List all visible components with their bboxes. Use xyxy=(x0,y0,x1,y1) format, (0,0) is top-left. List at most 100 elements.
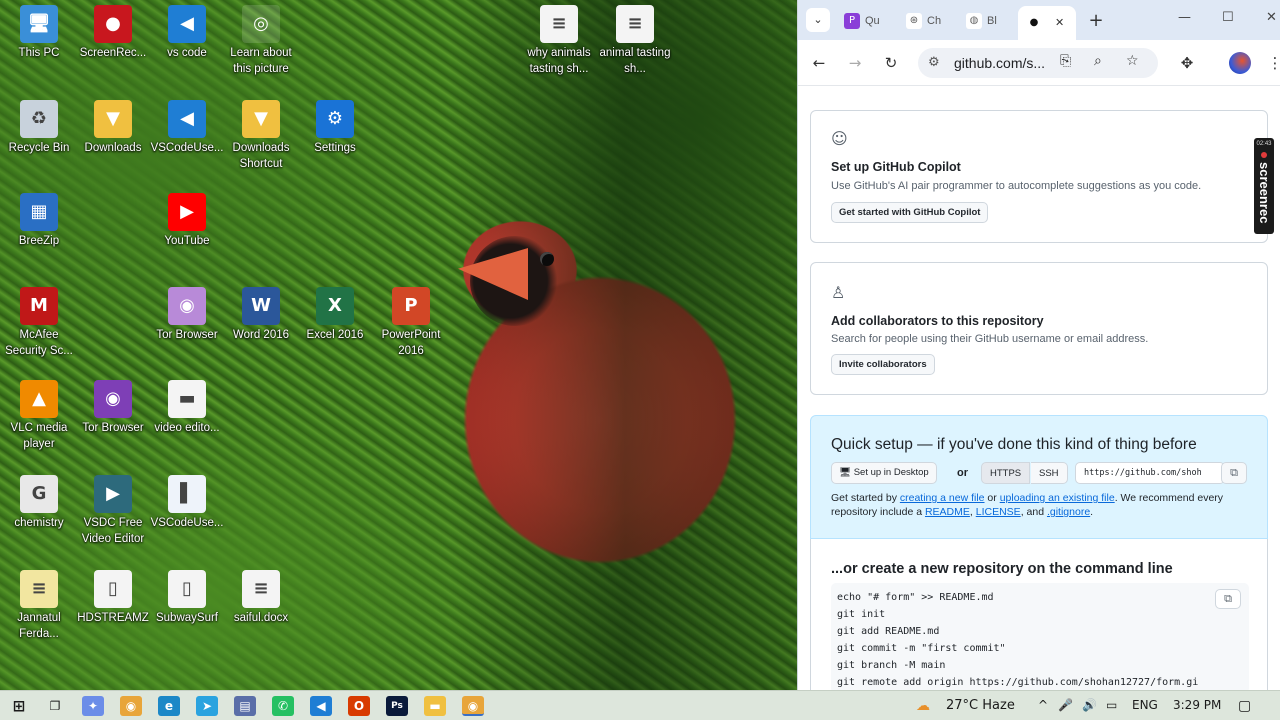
forward-icon[interactable]: → xyxy=(844,52,866,74)
notifications-icon[interactable]: ▢ xyxy=(1238,698,1251,714)
telegram-taskbar-icon[interactable]: ➤ xyxy=(196,696,218,716)
chrome-active-taskbar-icon[interactable]: ◉ xyxy=(462,696,484,716)
create-new-file-link[interactable]: creating a new file xyxy=(900,492,985,504)
task-view-icon[interactable]: ❐ xyxy=(44,696,66,716)
text-segment: , and xyxy=(1020,506,1047,518)
copy-code-icon[interactable]: ⧉ xyxy=(1215,589,1241,609)
desktop-app-icon: ● xyxy=(94,5,132,43)
upload-file-link[interactable]: uploading an existing file xyxy=(1000,492,1115,504)
https-button[interactable]: HTTPS xyxy=(981,462,1031,484)
desktop-icon[interactable]: ♻ Recycle Bin xyxy=(0,100,78,156)
desktop-icon[interactable]: ≡ why animals tasting sh... xyxy=(520,5,598,77)
battery-icon[interactable]: ▭ xyxy=(1106,698,1117,712)
tab-github[interactable]: ● ✕ xyxy=(1018,6,1076,40)
whatsapp-taskbar-icon[interactable]: ✆ xyxy=(272,696,294,716)
edge-taskbar-icon[interactable]: e xyxy=(158,696,180,716)
photoshop-taskbar-icon[interactable]: Ps xyxy=(386,696,408,716)
desktop-icon[interactable]: ≡ animal tasting sh... xyxy=(596,5,674,77)
desktop-icon[interactable]: ▯ SubwaySurf xyxy=(148,570,226,626)
tray-overflow-icon[interactable]: ^ xyxy=(1038,698,1048,712)
screenrec-badge[interactable]: 02:43 screenrec xyxy=(1254,138,1274,234)
install-app-icon[interactable]: ⎘ xyxy=(1060,53,1071,69)
desktop-icon[interactable]: ◉ Tor Browser xyxy=(74,380,152,436)
clock[interactable]: 3:29 PM xyxy=(1173,698,1221,712)
collaborators-card: ♙ Add collaborators to this repository S… xyxy=(810,262,1268,395)
weather-text[interactable]: 27°C Haze xyxy=(946,698,1015,713)
desktop-icon[interactable]: X Excel 2016 xyxy=(296,287,374,343)
start-windows-icon[interactable]: ⊞ xyxy=(8,696,30,716)
desktop-icon[interactable]: ◀ VSCodeUse... xyxy=(148,100,226,156)
tab-quillbot[interactable]: P Qu xyxy=(836,8,880,34)
tab-search-icon[interactable]: ⌄ xyxy=(806,8,830,32)
desktop-icon[interactable]: ▬ video edito... xyxy=(148,380,226,436)
copilot-app-icon[interactable]: ✦ xyxy=(82,696,104,716)
desktop-icon[interactable]: ◀ vs code xyxy=(148,5,226,61)
copilot-icon: ☺ xyxy=(831,129,848,148)
ssh-button[interactable]: SSH xyxy=(1031,462,1068,484)
desktop-icon[interactable]: ◉ Tor Browser xyxy=(148,287,226,343)
desktop-icon[interactable]: 🖥 This PC xyxy=(0,5,78,61)
tab-chatgpt[interactable]: ⊛ Ch xyxy=(898,8,941,34)
address-bar[interactable]: ⚙ github.com/s... ⎘ ⌕ ☆ xyxy=(918,48,1158,78)
weather-icon[interactable]: ☁ xyxy=(916,698,930,714)
desktop-icon[interactable]: ◎ Learn about this picture xyxy=(222,5,300,77)
profile-avatar[interactable] xyxy=(1229,52,1251,74)
desktop-icon[interactable]: ▶ YouTube xyxy=(148,193,226,249)
microphone-icon[interactable]: 🎤 xyxy=(1058,698,1073,712)
site-info-icon[interactable]: ⚙ xyxy=(928,55,940,70)
readme-link[interactable]: README xyxy=(925,506,970,518)
minimize-icon[interactable]: — xyxy=(1178,10,1191,25)
desktop-app-icon: ≡ xyxy=(616,5,654,43)
desktop-icon[interactable]: ● ScreenRec... xyxy=(74,5,152,61)
setup-desktop-label: Set up in Desktop xyxy=(853,467,929,478)
desktop-icon[interactable]: P PowerPoint 2016 xyxy=(372,287,450,359)
desktop-icon[interactable]: Gchemistry xyxy=(0,475,78,531)
new-tab-button[interactable]: + xyxy=(1084,9,1108,33)
desktop-icon[interactable]: W Word 2016 xyxy=(222,287,300,343)
address-url[interactable]: github.com/s... xyxy=(954,55,1045,71)
office-taskbar-icon[interactable]: O xyxy=(348,696,370,716)
desktop-icon[interactable]: ▼ Downloads xyxy=(74,100,152,156)
code-line: git add README.md xyxy=(837,626,940,637)
license-link[interactable]: LICENSE xyxy=(976,506,1021,518)
file-explorer-taskbar-icon[interactable]: ▬ xyxy=(424,696,446,716)
back-icon[interactable]: ← xyxy=(808,52,830,74)
recording-time: 02:43 xyxy=(1256,141,1272,147)
desktop-icon[interactable]: ▦ BreeZip xyxy=(0,193,78,249)
chrome-taskbar-icon[interactable]: ◉ xyxy=(120,696,142,716)
setup-desktop-button[interactable]: 🖥 Set up in Desktop xyxy=(831,462,937,484)
volume-icon[interactable]: 🔊 xyxy=(1082,698,1097,712)
desktop-icon[interactable]: M McAfee Security Sc... xyxy=(0,287,78,359)
get-started-copilot-button[interactable]: Get started with GitHub Copilot xyxy=(831,202,989,223)
zoom-icon[interactable]: ⌕ xyxy=(1094,53,1102,69)
desktop-icon[interactable]: ▶ VSDC Free Video Editor xyxy=(74,475,152,547)
clone-url-input[interactable]: https://github.com/shoh xyxy=(1075,462,1225,484)
extensions-icon[interactable]: ✥ xyxy=(1176,52,1198,74)
desktop-icon-label: PowerPoint 2016 xyxy=(381,329,441,357)
close-window-icon[interactable]: ✕ xyxy=(1266,10,1277,25)
gitignore-link[interactable]: .gitignore xyxy=(1047,506,1090,518)
desktop-app-icon: ◉ xyxy=(94,380,132,418)
desktop-icon[interactable]: ▯ HDSTREAMZ xyxy=(74,570,152,626)
vscode-taskbar-icon[interactable]: ◀ xyxy=(310,696,332,716)
reload-icon[interactable]: ↻ xyxy=(880,52,902,74)
desktop-icon[interactable]: ⚙ Settings xyxy=(296,100,374,156)
bookmark-star-icon[interactable]: ☆ xyxy=(1126,53,1139,69)
desktop-icon[interactable]: ≡ saiful.docx xyxy=(222,570,300,626)
maximize-icon[interactable]: ☐ xyxy=(1222,10,1234,25)
command-code-block[interactable]: echo "# form" >> README.md git init git ad… xyxy=(831,583,1249,690)
desktop-icon[interactable]: ▲ VLC media player xyxy=(0,380,78,452)
app-taskbar-icon[interactable]: ▤ xyxy=(234,696,256,716)
menu-icon[interactable]: ⋮ xyxy=(1264,52,1280,74)
copy-url-icon[interactable]: ⧉ xyxy=(1221,462,1247,484)
invite-collaborators-button[interactable]: Invite collaborators xyxy=(831,354,935,375)
collaborators-desc: Search for people using their GitHub use… xyxy=(831,333,1149,345)
desktop-icon-label: Word 2016 xyxy=(232,329,290,341)
tab-close-icon[interactable]: ✕ xyxy=(1055,16,1064,29)
desktop-icon[interactable]: ▌ VSCodeUse... xyxy=(148,475,226,531)
language-indicator[interactable]: ENG xyxy=(1132,698,1158,712)
desktop-icon[interactable]: ▼ Downloads Shortcut xyxy=(222,100,300,172)
tab-blog[interactable]: ◍ Bl xyxy=(958,8,997,34)
desktop-icon[interactable]: ≡ Jannatul Ferda... xyxy=(0,570,78,642)
copilot-card: ☺ Set up GitHub Copilot Use GitHub's AI … xyxy=(810,110,1268,243)
